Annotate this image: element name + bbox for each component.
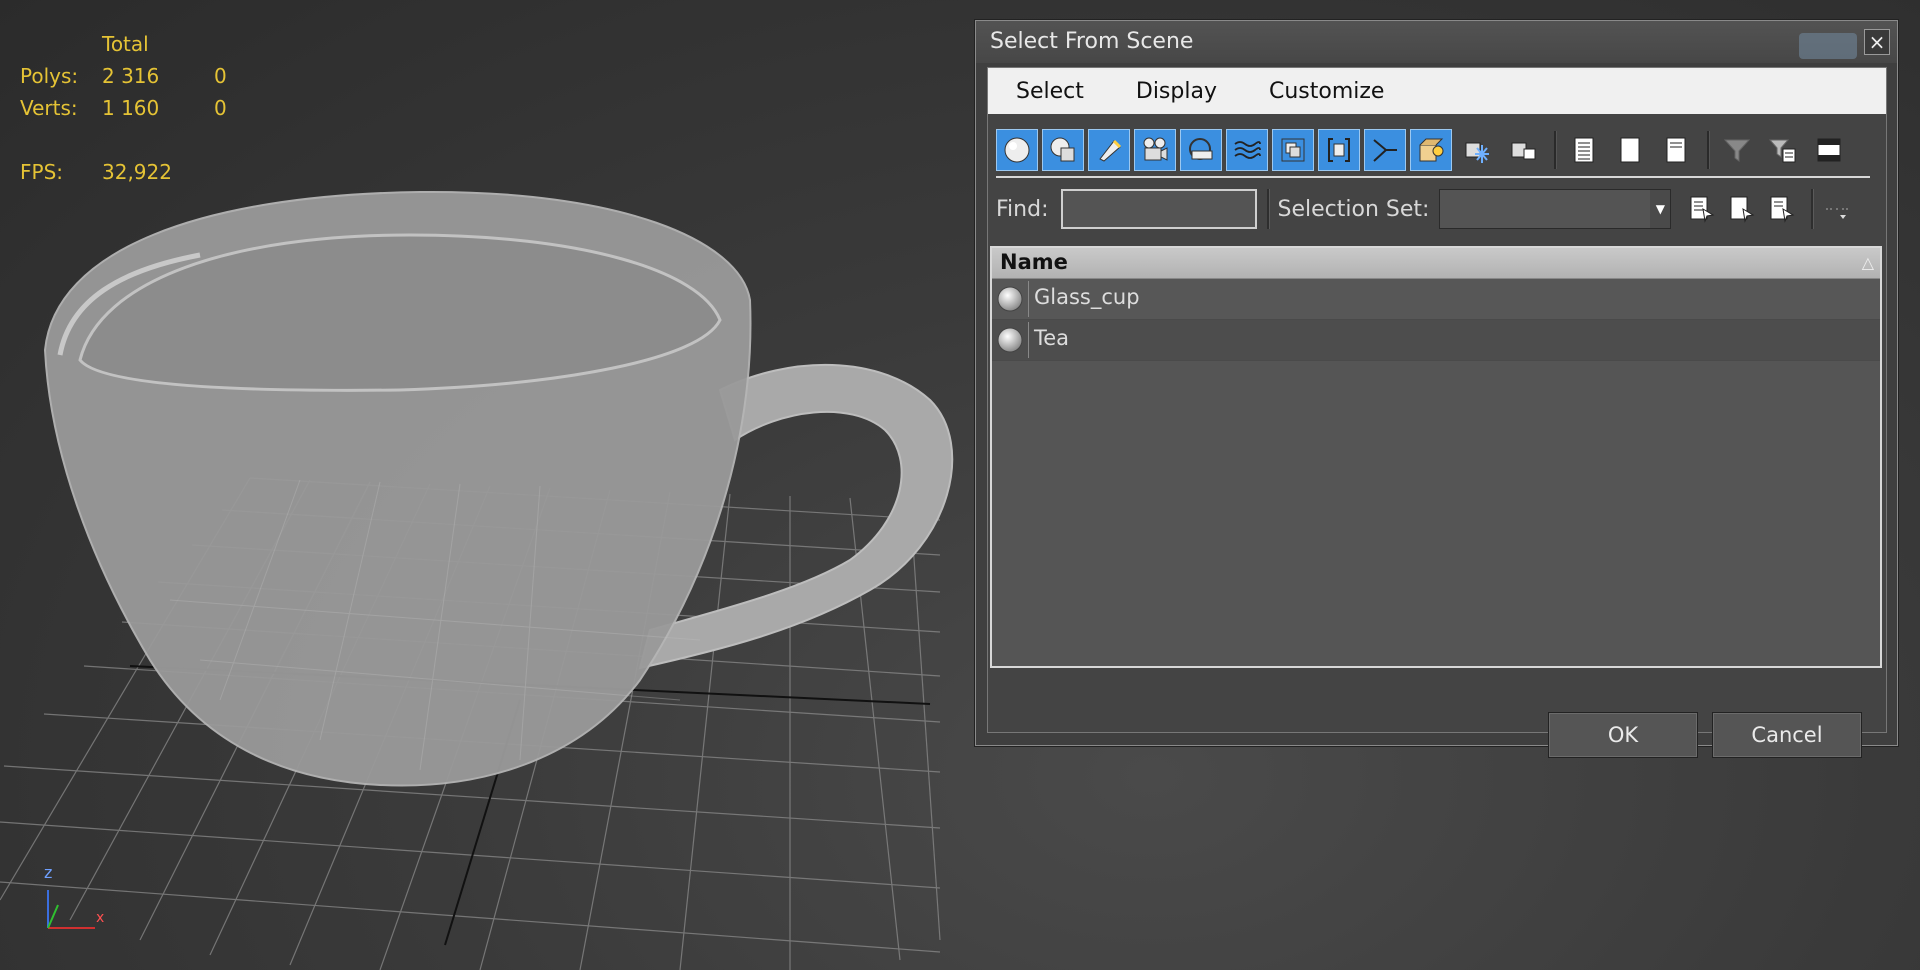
stats-header: Total [102,32,149,56]
create-selection-set-icon[interactable] [1681,189,1721,229]
expand-toolbar-icon[interactable] [1822,189,1852,229]
display-frozen-icon[interactable] [1456,129,1498,171]
display-groups-icon[interactable] [1272,129,1314,171]
close-button[interactable]: × [1864,29,1890,55]
verts-total: 1 160 [102,96,160,120]
list-item[interactable]: Glass_cup [992,279,1880,320]
selection-set-dropdown[interactable]: ▼ [1439,189,1672,229]
polys-total: 2 316 [102,64,160,88]
display-shapes-icon[interactable] [1042,129,1084,171]
filter-icon[interactable] [1716,129,1758,171]
menu-display[interactable]: Display [1122,79,1231,104]
selection-set-label: Selection Set: [1277,196,1430,222]
remove-from-selection-set-icon[interactable] [1761,189,1801,229]
display-containers-icon[interactable] [1410,129,1452,171]
display-bones-icon[interactable] [1364,129,1406,171]
dialog-content: Select Display Customize Find: Selection… [987,67,1887,758]
title-blurred-region [1799,33,1857,59]
column-name-header[interactable]: Name [1000,250,1068,274]
sync-selection-icon[interactable] [1762,129,1804,171]
display-xrefs-icon[interactable] [1318,129,1360,171]
scene-object-list: Name △ Glass_cup Tea [990,246,1882,668]
display-invert-icon[interactable] [1655,129,1697,171]
axis-x-label: x [96,910,104,926]
axis-tripod [47,890,95,929]
toolbar-underline [996,176,1870,178]
chevron-down-icon[interactable]: ▼ [1650,190,1671,228]
list-header[interactable]: Name △ [992,248,1880,279]
display-none-icon[interactable] [1609,129,1651,171]
polys-label: Polys: [20,64,79,88]
select-dependents-icon[interactable] [1808,129,1850,171]
menu-select[interactable]: Select [1002,79,1098,104]
toolbar-separator [1554,131,1557,169]
viewport-statistics: Total Polys: 2 316 0 Verts: 1 160 0 FPS:… [20,28,254,188]
find-input[interactable] [1060,189,1257,229]
polys-selected: 0 [214,64,227,88]
verts-label: Verts: [20,96,78,120]
display-spacewarps-icon[interactable] [1226,129,1268,171]
toolbar-separator [1707,131,1710,169]
display-geometry-icon[interactable] [996,129,1038,171]
menu-customize[interactable]: Customize [1255,79,1398,104]
find-row: Find: Selection Set: ▼ [996,186,1852,232]
dialog-titlebar[interactable]: Select From Scene × [976,21,1897,63]
list-item[interactable]: Tea [992,320,1880,361]
axis-z-label: z [44,863,52,882]
display-cameras-icon[interactable] [1134,129,1176,171]
display-hidden-icon[interactable] [1502,129,1544,171]
find-label: Find: [996,196,1049,222]
fps-label: FPS: [20,160,63,184]
list-item-label: Glass_cup [1034,285,1140,309]
verts-selected: 0 [214,96,227,120]
dialog-menubar: Select Display Customize [988,68,1886,114]
geometry-sphere-icon [997,286,1023,312]
display-filter-toolbar [996,128,1854,172]
ok-button[interactable]: OK [1548,712,1698,758]
geometry-sphere-icon [997,327,1023,353]
add-to-selection-set-icon[interactable] [1721,189,1761,229]
fps-value: 32,922 [102,160,172,184]
display-all-icon[interactable] [1563,129,1605,171]
display-helpers-icon[interactable] [1180,129,1222,171]
list-item-label: Tea [1034,326,1070,350]
find-separator [1811,189,1815,229]
select-from-scene-dialog: Select From Scene × Select Display Custo… [975,20,1898,758]
find-separator [1266,189,1270,229]
cancel-button[interactable]: Cancel [1712,712,1862,758]
dialog-title: Select From Scene [990,29,1194,54]
sort-indicator-icon: △ [1861,253,1874,272]
display-lights-icon[interactable] [1088,129,1130,171]
